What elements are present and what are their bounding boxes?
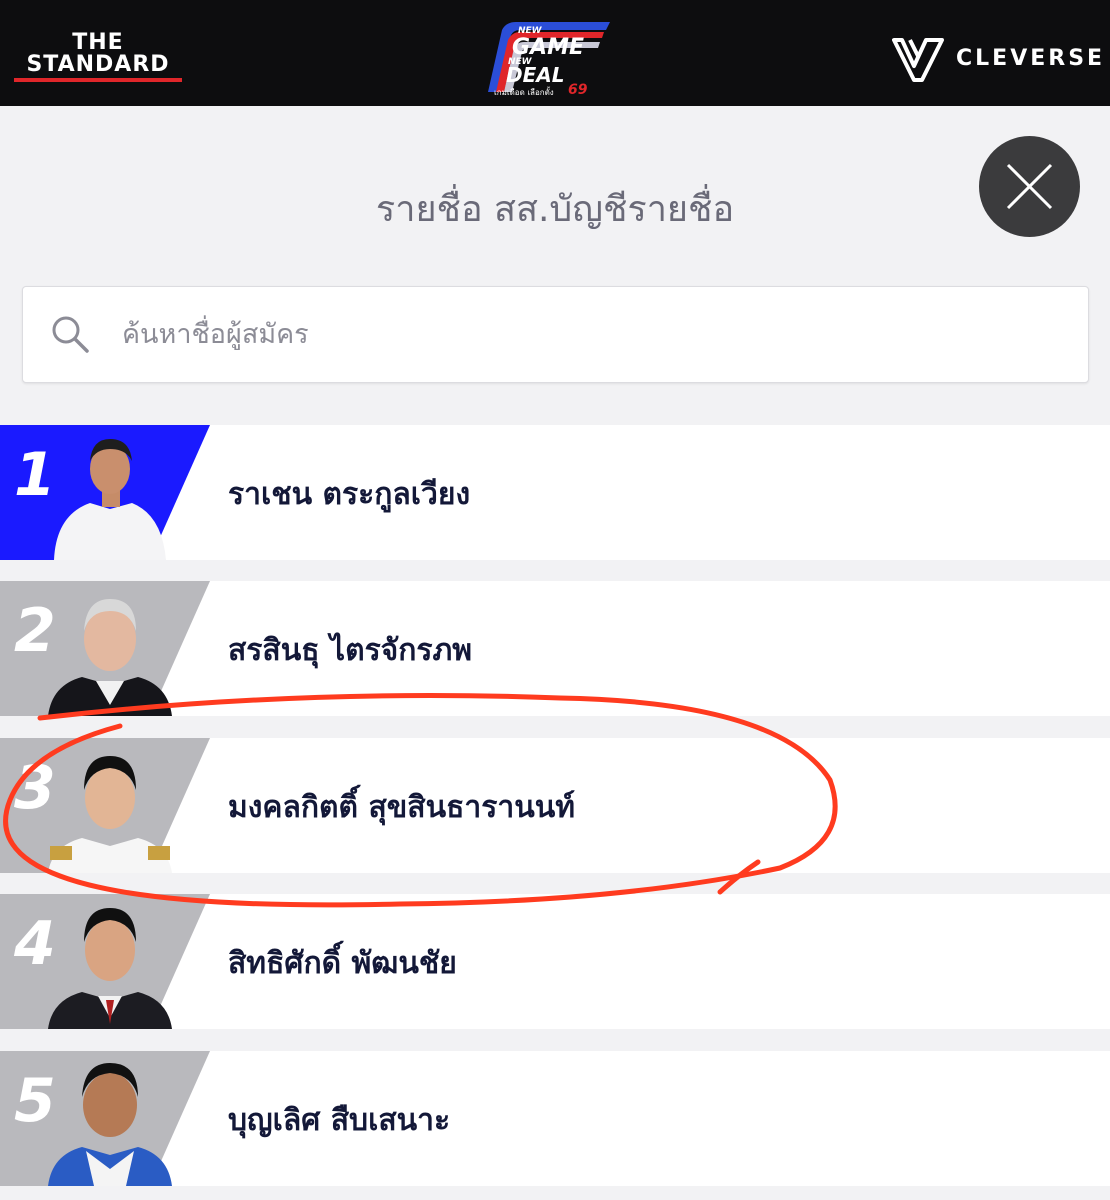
logo-underline — [14, 78, 182, 82]
close-button[interactable] — [979, 136, 1080, 237]
candidate-name: สิทธิศักดิ์ พัฒนชัย — [228, 946, 457, 981]
close-icon — [1006, 163, 1053, 210]
cleverse-wordmark: CLEVERSE — [956, 46, 1106, 71]
candidate-photo — [48, 1063, 172, 1186]
candidate-row-5[interactable]: 5 บุญเลิศ สืบเสนาะ — [0, 1051, 1110, 1186]
top-bar: THE STANDARD NEW GAME NEW DEAL 69 เกมเดื… — [0, 0, 1110, 106]
candidate-row-4[interactable]: 4 สิทธิศักดิ์ พัฒนชัย — [0, 894, 1110, 1029]
logo-tagline: เกมเดือด เลือกตั้ง — [494, 86, 554, 97]
candidate-row-1[interactable]: 1 ราเชน ตระกูลเวียง — [0, 425, 1110, 560]
candidate-name: มงคลกิตติ์ สุขสินธารานนท์ — [228, 790, 575, 825]
candidate-row-2[interactable]: 2 สรสินธุ ไตรจักรภพ — [0, 581, 1110, 716]
candidate-search-input[interactable] — [122, 307, 1022, 361]
candidate-name: สรสินธุ ไตรจักรภพ — [228, 633, 473, 668]
logo-number: 69 — [568, 82, 588, 98]
candidate-name: ราเชน ตระกูลเวียง — [228, 477, 471, 512]
candidate-row-3[interactable]: 3 มงคลกิตติ์ สุขสินธารานนท์ — [0, 738, 1110, 873]
cleverse-mark-icon — [892, 38, 944, 82]
candidate-photo — [48, 908, 172, 1029]
logo-deal-word: DEAL — [506, 63, 565, 87]
the-standard-logo[interactable]: THE STANDARD — [14, 32, 182, 82]
cleverse-logo[interactable]: CLEVERSE — [892, 36, 1102, 82]
candidate-photo — [48, 756, 172, 873]
page-title: รายชื่อ สส.บัญชีรายชื่อ — [375, 189, 735, 230]
logo-line-2: STANDARD — [26, 52, 170, 77]
search-icon — [52, 316, 89, 353]
new-game-new-deal-logo[interactable]: NEW GAME NEW DEAL 69 เกมเดือด เลือกตั้ง — [460, 18, 620, 98]
candidate-photo — [48, 599, 172, 716]
logo-line-1: THE — [72, 30, 124, 55]
candidate-photo — [54, 439, 166, 560]
candidate-name: บุญเลิศ สืบเสนาะ — [228, 1103, 451, 1138]
